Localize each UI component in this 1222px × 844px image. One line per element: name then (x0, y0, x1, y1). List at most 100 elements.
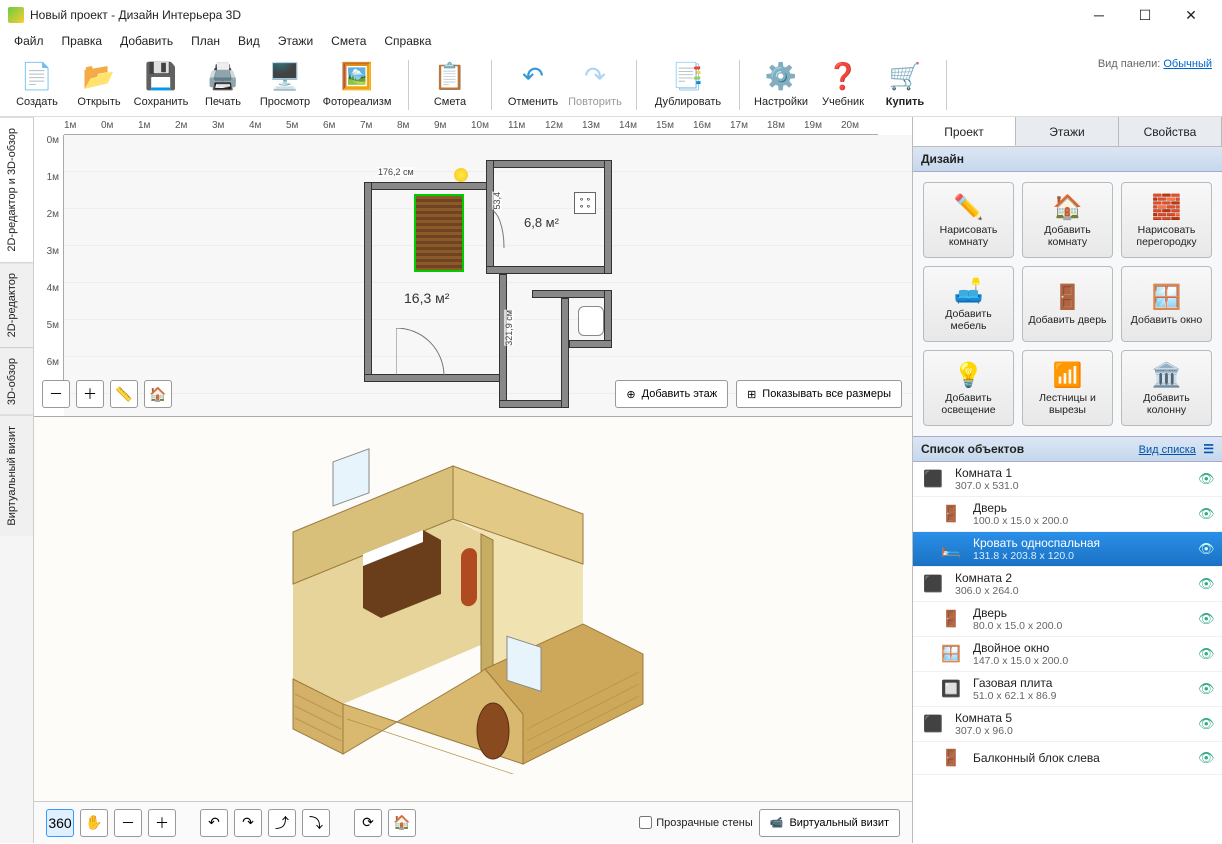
rotate-right-button[interactable]: ↷ (234, 809, 262, 837)
design-add-furniture-button[interactable]: 🛋️Добавить мебель (923, 266, 1014, 342)
maximize-button[interactable]: ☐ (1122, 0, 1168, 30)
zoom-out-3d-button[interactable]: － (114, 809, 142, 837)
design-add-room-button[interactable]: 🏠Добавить комнату (1022, 182, 1113, 258)
list-view-link[interactable]: Вид списка (1139, 444, 1196, 456)
toolbar-buy-button[interactable]: 🛒Купить (876, 56, 934, 110)
objects-list[interactable]: ⬛Комната 1307.0 x 531.0👁🚪Дверь100.0 x 15… (913, 462, 1222, 843)
zoom-in-button[interactable]: ＋ (76, 380, 104, 408)
object-row[interactable]: ⬛Комната 1307.0 x 531.0👁 (913, 462, 1222, 497)
toolbar-preview-button[interactable]: 🖥️Просмотр (256, 56, 314, 110)
menu-floors[interactable]: Этажи (270, 32, 321, 50)
pan-button[interactable]: ✋ (80, 809, 108, 837)
rotate-left-button[interactable]: ↶ (200, 809, 228, 837)
stove-icon[interactable]: ⚬⚬⚬⚬ (574, 192, 596, 214)
object-row[interactable]: 🚪Дверь80.0 x 15.0 x 200.0👁 (913, 602, 1222, 637)
object-row[interactable]: 🚪Балконный блок слева👁 (913, 742, 1222, 775)
object-row[interactable]: 🪟Двойное окно147.0 x 15.0 x 200.0👁 (913, 637, 1222, 672)
toolbar-textbook-button[interactable]: ❓Учебник (814, 56, 872, 110)
home-3d-button[interactable]: 🏠 (388, 809, 416, 837)
wall[interactable] (561, 298, 569, 408)
toolbar-open-button[interactable]: 📂Открыть (70, 56, 128, 110)
menu-file[interactable]: Файл (6, 32, 52, 50)
tilt-up-button[interactable]: ⤴ (268, 809, 296, 837)
menu-view[interactable]: Вид (230, 32, 268, 50)
editor-2d[interactable]: 1м0м1м2м3м4м5м6м7м8м9м10м11м12м13м14м15м… (34, 117, 912, 417)
visibility-toggle-icon[interactable]: 👁 (1198, 646, 1216, 662)
virtual-visit-button[interactable]: 📹 Виртуальный визит (759, 809, 900, 837)
furniture-bed-selected[interactable] (414, 194, 464, 272)
floorplan[interactable]: ⚬⚬⚬⚬ 16,3 м² 6,8 м² 176,2 см 53,4 321,9 … (364, 160, 624, 410)
toolbar-settings-button[interactable]: ⚙️Настройки (752, 56, 810, 110)
toolbar-photoreal-button[interactable]: 🖼️Фотореализм (318, 56, 396, 110)
toolbar-undo-button[interactable]: ↶Отменить (504, 56, 562, 110)
list-settings-icon[interactable]: ☰ (1203, 442, 1214, 456)
visibility-toggle-icon[interactable]: 👁 (1198, 750, 1216, 766)
design-stairs-button[interactable]: 📶Лестницы и вырезы (1022, 350, 1113, 426)
visibility-toggle-icon[interactable]: 👁 (1198, 576, 1216, 592)
design-add-column-button[interactable]: 🏛️Добавить колонну (1121, 350, 1212, 426)
toolbar-redo-button[interactable]: ↷Повторить (566, 56, 624, 110)
transparent-walls-input[interactable] (639, 816, 652, 829)
zoom-out-button[interactable]: － (42, 380, 70, 408)
toolbar-duplicate-button[interactable]: 📑Дублировать (649, 56, 727, 110)
home-button[interactable]: 🏠 (144, 380, 172, 408)
wall[interactable] (364, 182, 494, 190)
visibility-toggle-icon[interactable]: 👁 (1198, 541, 1216, 557)
menu-plan[interactable]: План (183, 32, 228, 50)
reset-view-button[interactable]: ⟳ (354, 809, 382, 837)
object-row[interactable]: 🛏️Кровать односпальная131.8 x 203.8 x 12… (913, 532, 1222, 567)
toolbar-create-button[interactable]: 📄Создать (8, 56, 66, 110)
transparent-walls-checkbox[interactable]: Прозрачные стены (639, 816, 752, 829)
visibility-toggle-icon[interactable]: 👁 (1198, 506, 1216, 522)
menu-estimate[interactable]: Смета (323, 32, 374, 50)
view-360-button[interactable]: 360 (46, 809, 74, 837)
object-name: Комната 2 (955, 571, 1190, 585)
measure-button[interactable]: 📏 (110, 380, 138, 408)
editor-3d[interactable] (34, 417, 912, 801)
visibility-toggle-icon[interactable]: 👁 (1198, 716, 1216, 732)
design-draw-room-button[interactable]: ✏️Нарисовать комнату (923, 182, 1014, 258)
panel-view-link[interactable]: Обычный (1163, 58, 1212, 70)
vtab-v4[interactable]: Виртуальный визит (0, 415, 33, 536)
add-floor-button[interactable]: ⊕Добавить этаж (615, 380, 728, 408)
vtab-v1[interactable]: 2D-редактор и 3D-обзор (0, 117, 33, 262)
bathtub-icon[interactable] (578, 306, 604, 336)
tilt-down-button[interactable]: ⤵ (302, 809, 330, 837)
visibility-toggle-icon[interactable]: 👁 (1198, 681, 1216, 697)
menu-edit[interactable]: Правка (54, 32, 111, 50)
wall[interactable] (486, 266, 610, 274)
canvas-2d[interactable]: ⚬⚬⚬⚬ 16,3 м² 6,8 м² 176,2 см 53,4 321,9 … (64, 135, 912, 416)
zoom-in-3d-button[interactable]: ＋ (148, 809, 176, 837)
close-button[interactable]: ✕ (1168, 0, 1214, 30)
design-add-window-button[interactable]: 🪟Добавить окно (1121, 266, 1212, 342)
minimize-button[interactable]: ─ (1076, 0, 1122, 30)
vtab-v3[interactable]: 3D-обзор (0, 347, 33, 415)
object-row[interactable]: ⬛Комната 2306.0 x 264.0👁 (913, 567, 1222, 602)
right-tab-floors[interactable]: Этажи (1016, 117, 1119, 146)
object-row[interactable]: 🔲Газовая плита51.0 x 62.1 x 86.9👁 (913, 672, 1222, 707)
design-add-door-button[interactable]: 🚪Добавить дверь (1022, 266, 1113, 342)
right-tab-props[interactable]: Свойства (1119, 117, 1222, 146)
toolbar-estimate-button[interactable]: 📋Смета (421, 56, 479, 110)
right-tab-project[interactable]: Проект (913, 117, 1016, 146)
toolbar-save-button[interactable]: 💾Сохранить (132, 56, 190, 110)
wall[interactable] (604, 160, 612, 274)
design-draw-partition-button[interactable]: 🧱Нарисовать перегородку (1121, 182, 1212, 258)
wall[interactable] (486, 160, 610, 168)
show-dimensions-button[interactable]: ⊞Показывать все размеры (736, 380, 902, 408)
menu-add[interactable]: Добавить (112, 32, 181, 50)
object-row[interactable]: 🚪Дверь100.0 x 15.0 x 200.0👁 (913, 497, 1222, 532)
wall[interactable] (364, 182, 372, 380)
wall[interactable] (604, 290, 612, 346)
wall[interactable] (532, 290, 612, 298)
object-row[interactable]: ⬛Комната 5307.0 x 96.0👁 (913, 707, 1222, 742)
light-icon[interactable] (454, 168, 468, 182)
wall[interactable] (569, 340, 612, 348)
vtab-v2[interactable]: 2D-редактор (0, 262, 33, 347)
menu-help[interactable]: Справка (376, 32, 439, 50)
visibility-toggle-icon[interactable]: 👁 (1198, 471, 1216, 487)
wall[interactable] (499, 400, 567, 408)
design-add-light-button[interactable]: 💡Добавить освещение (923, 350, 1014, 426)
toolbar-print-button[interactable]: 🖨️Печать (194, 56, 252, 110)
visibility-toggle-icon[interactable]: 👁 (1198, 611, 1216, 627)
